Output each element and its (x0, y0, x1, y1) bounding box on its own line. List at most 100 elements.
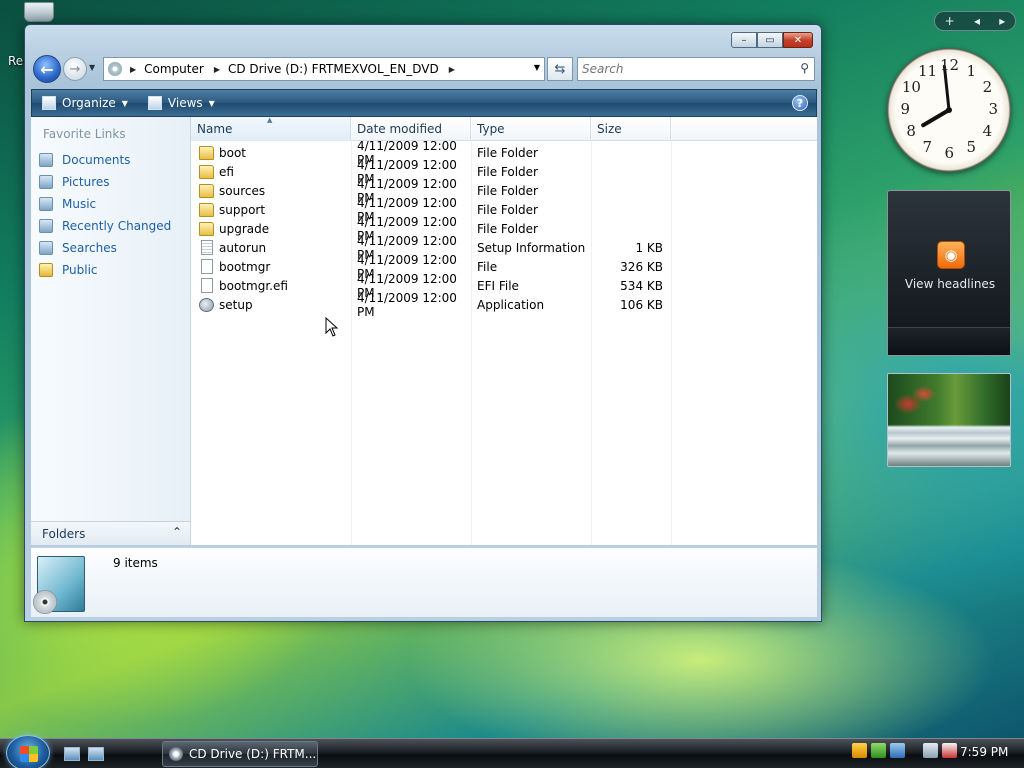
breadcrumb-cd-drive[interactable]: CD Drive (D:) FRTMEXVOL_EN_DVD (228, 62, 439, 76)
file-list: Name ▲ Date modified Type Size boot 4/11/… (191, 117, 817, 545)
search-icon[interactable]: ⚲ (800, 61, 809, 75)
file-name: efi (219, 164, 234, 179)
file-name-cell[interactable]: bootmgr.efi (191, 278, 351, 293)
file-type: File Folder (477, 164, 538, 179)
folders-label: Folders (42, 526, 86, 541)
nav-item-public[interactable]: Public (31, 259, 190, 281)
maximize-button[interactable]: ▭ (757, 32, 783, 48)
breadcrumb-separator-icon[interactable]: ▶ (130, 65, 136, 74)
folders-toggle[interactable]: Folders ⌃ (31, 521, 191, 545)
organize-button[interactable]: Organize ▼ (42, 96, 128, 110)
nav-item-label: Recently Changed (62, 219, 172, 233)
nav-item-documents[interactable]: Documents (31, 149, 190, 171)
file-name-cell[interactable]: upgrade (191, 221, 351, 236)
file-name-cell[interactable]: setup (191, 297, 351, 312)
taskbar-clock[interactable]: 7:59 PM (960, 745, 1008, 759)
clock-number: 10 (901, 78, 921, 96)
refresh-button[interactable]: ⇆ (547, 57, 573, 81)
column-name[interactable]: Name ▲ (191, 117, 351, 141)
file-type: Application (477, 297, 545, 312)
column-size[interactable]: Size (591, 117, 671, 141)
folder-icon (199, 202, 214, 217)
clock-number: 9 (900, 100, 911, 118)
file-type: File Folder (477, 221, 538, 236)
nav-item-music[interactable]: Music (31, 193, 190, 215)
file-name: bootmgr (219, 259, 271, 274)
file-row[interactable]: setup 4/11/2009 12:00 PM Application 106 KB (191, 291, 671, 319)
nav-item-label: Documents (62, 153, 131, 167)
nav-item-recently-changed[interactable]: Recently Changed (31, 215, 190, 237)
file-name-cell[interactable]: support (191, 202, 351, 217)
file-size: 1 KB (635, 240, 663, 255)
clock-number: 6 (944, 144, 955, 162)
help-icon[interactable]: ? (792, 95, 808, 111)
file-name: setup (219, 297, 253, 312)
previous-gadget-button[interactable]: ◂ (974, 14, 980, 28)
forward-button[interactable]: → (63, 57, 87, 81)
column-type[interactable]: Type (471, 117, 591, 141)
nav-item-pictures[interactable]: Pictures (31, 171, 190, 193)
file-name-cell[interactable]: autorun (191, 240, 351, 255)
file-name: upgrade (219, 221, 270, 236)
next-gadget-button[interactable]: ▸ (999, 14, 1005, 28)
back-arrow-icon: ← (40, 59, 54, 79)
switch-windows-icon[interactable] (88, 747, 104, 761)
file-name: support (219, 202, 266, 217)
file-type: File (477, 259, 498, 274)
clock-number: 2 (982, 78, 993, 96)
explorer-window: – ▭ ✕ ← → ▼ ▶ Computer ▶ CD Drive (D:) F… (24, 24, 822, 622)
file-name-cell[interactable]: sources (191, 183, 351, 198)
window-controls: – ▭ ✕ (731, 32, 813, 48)
slideshow-gadget-photo[interactable] (887, 373, 1011, 467)
chevron-down-icon: ▼ (208, 98, 215, 108)
nav-item-label: Pictures (62, 175, 110, 189)
feed-headlines-gadget[interactable]: ◉ View headlines (887, 190, 1011, 356)
column-divider (671, 141, 672, 545)
command-bar: Organize ▼ Views ▼ ? (31, 89, 817, 117)
setup-information-icon (201, 240, 213, 255)
views-button[interactable]: Views ▼ (147, 96, 215, 110)
file-name: bootmgr.efi (219, 278, 288, 293)
file-name-cell[interactable]: efi (191, 164, 351, 179)
show-desktop-icon[interactable] (64, 747, 80, 761)
recent-pages-dropdown[interactable]: ▼ (89, 63, 95, 72)
file-type: File Folder (477, 145, 538, 160)
network-icon[interactable] (923, 743, 938, 758)
start-button[interactable] (6, 735, 50, 768)
nav-item-searches[interactable]: Searches (31, 237, 190, 259)
security-shield-icon[interactable] (852, 743, 867, 758)
clock-number: 11 (918, 61, 938, 80)
close-button[interactable]: ✕ (783, 32, 813, 48)
volume-muted-icon[interactable] (942, 743, 957, 758)
taskbar-explorer-button[interactable]: CD Drive (D:) FRTM... (162, 741, 318, 767)
add-gadget-button[interactable]: + (945, 14, 955, 28)
column-date-modified[interactable]: Date modified (351, 117, 471, 141)
windows-defender-icon[interactable] (871, 743, 886, 758)
file-name-cell[interactable]: boot (191, 145, 351, 160)
views-label: Views (167, 96, 203, 110)
folder-icon (199, 183, 214, 198)
clock-number: 5 (966, 138, 977, 157)
system-tray (852, 743, 957, 758)
breadcrumb-separator-icon[interactable]: ▶ (449, 65, 455, 74)
file-name-cell[interactable]: bootmgr (191, 259, 351, 274)
minimize-button[interactable]: – (731, 32, 757, 48)
details-pane: 9 items (31, 547, 817, 617)
recycle-bin-label: Re (8, 54, 24, 68)
view-headlines-label[interactable]: View headlines (888, 277, 1012, 291)
chevron-up-icon: ⌃ (171, 525, 182, 539)
back-button[interactable]: ← (33, 55, 61, 83)
search-input[interactable] (582, 59, 782, 79)
searches-icon (39, 241, 53, 255)
breadcrumb-separator-icon[interactable]: ▶ (214, 65, 220, 74)
address-dropdown-icon[interactable]: ▼ (534, 63, 540, 72)
breadcrumb-computer[interactable]: Computer (144, 62, 204, 76)
windows-update-icon[interactable] (890, 743, 905, 758)
recycle-bin-icon[interactable] (20, 2, 58, 24)
cd-drive-icon (108, 62, 122, 76)
clock-number: 1 (966, 61, 977, 80)
navigation-bar: ← → ▼ ▶ Computer ▶ CD Drive (D:) FRTMEXV… (31, 55, 817, 83)
clock-gadget[interactable]: 12 1 2 3 4 5 6 7 8 9 10 11 (887, 48, 1011, 172)
music-icon (39, 197, 53, 211)
address-bar[interactable]: ▶ Computer ▶ CD Drive (D:) FRTMEXVOL_EN_… (103, 57, 545, 81)
